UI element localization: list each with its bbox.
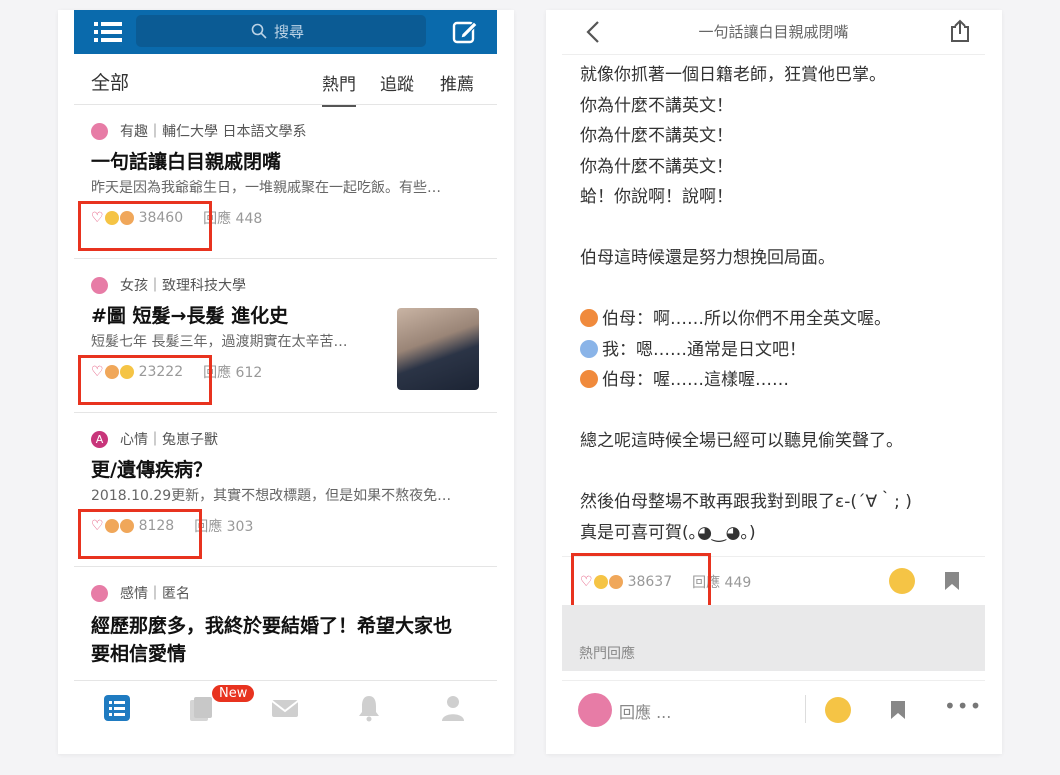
profile-icon[interactable]	[438, 693, 468, 723]
avatar	[91, 584, 108, 602]
highlight-box	[78, 509, 202, 559]
post-body: 就像你抓著一個日籍老師，狂賞他巴掌。 你為什麼不講英文！ 你為什麼不講英文！ 你…	[580, 60, 980, 548]
body-line: 你為什麼不講英文！	[580, 156, 733, 177]
react-emoji-button[interactable]	[889, 568, 915, 594]
post-title-cont: 要相信愛情	[91, 643, 187, 665]
body-line	[580, 274, 980, 305]
body-line: 真是可喜可賀(｡◕‿◕｡)	[580, 522, 756, 543]
cards-nav-icon[interactable]	[186, 693, 216, 723]
bottom-nav: New	[74, 680, 497, 745]
post-title: 經歷那麼多，我終於要結婚了！希望大家也	[91, 615, 453, 637]
hot-replies-label: 熱門回應	[579, 646, 635, 662]
post-detail-panel: 一句話讓白目親戚閉嘴 就像你抓著一個日籍老師，狂賞他巴掌。 你為什麼不講英文！ …	[546, 10, 1002, 754]
new-badge: New	[212, 685, 255, 702]
body-line	[580, 213, 980, 244]
avatar	[91, 122, 108, 140]
feed-nav-icon[interactable]	[102, 693, 132, 723]
body-line-text: 伯母：啊……所以你們不用全英文喔。	[602, 309, 891, 329]
post-board: 感情｜匿名	[120, 586, 190, 602]
highlight-box	[78, 355, 212, 405]
body-line: 你為什麼不講英文！	[580, 95, 733, 116]
react-emoji-button[interactable]	[825, 697, 851, 723]
post-excerpt: 昨天是因為我爺爺生日，一堆親戚聚在一起吃飯。有些…	[91, 180, 441, 196]
body-line-speaker: 伯母：啊……所以你們不用全英文喔。	[580, 304, 980, 335]
post-thumbnail	[397, 308, 479, 390]
avatar	[578, 693, 612, 727]
post-item[interactable]: 女孩｜致理科技大學 #圖 短髮→長髮 進化史 短髮七年 長髮三年，過渡期實在太辛…	[74, 259, 497, 413]
post-title: #圖 短髮→長髮 進化史	[91, 305, 289, 327]
tab-all[interactable]: 全部	[91, 68, 129, 95]
post-item[interactable]: 感情｜匿名 經歷那麼多，我終於要結婚了！希望大家也 要相信愛情	[74, 567, 497, 679]
detail-title: 一句話讓白目親戚閉嘴	[698, 23, 849, 41]
top-bar: 搜尋	[74, 10, 497, 54]
body-line: 蛤！你說啊！說啊！	[580, 187, 733, 207]
mail-icon[interactable]	[270, 693, 300, 723]
body-line: 就像你抓著一個日籍老師，狂賞他巴掌。	[580, 65, 886, 85]
search-placeholder: 搜尋	[274, 23, 305, 41]
post-board: 女孩｜致理科技大學	[120, 278, 246, 294]
search-input[interactable]: 搜尋	[136, 15, 426, 47]
chicken-emoji-icon	[580, 370, 598, 388]
body-line	[580, 396, 980, 427]
reply-count: 回應 303	[194, 519, 254, 535]
body-line: 總之呢這時候全場已經可以聽見偷笑聲了。	[580, 431, 903, 451]
share-icon[interactable]	[948, 19, 972, 43]
tab-recommend[interactable]: 推薦	[440, 70, 474, 95]
chicken-emoji-icon	[580, 309, 598, 327]
avatar	[91, 276, 108, 294]
body-line: 你為什麼不講英文！	[580, 126, 733, 146]
body-line	[580, 457, 980, 488]
feed-panel: 搜尋 全部 熱門 追蹤 推薦 有趣｜輔仁大學 日本語文學系 一句話讓白目親戚閉嘴…	[58, 10, 514, 754]
bookmark-icon[interactable]	[944, 571, 960, 591]
bookmark-icon[interactable]	[890, 700, 906, 720]
more-options-icon[interactable]: •••	[944, 694, 982, 718]
post-meta: 有趣｜輔仁大學 日本語文學系	[91, 121, 306, 141]
compose-icon[interactable]	[452, 19, 478, 45]
post-title: 更/遺傳疾病？	[91, 459, 212, 481]
body-line-speaker: 伯母：喔……這樣喔……	[580, 365, 980, 396]
highlight-box	[78, 201, 212, 251]
bell-icon[interactable]	[354, 693, 384, 723]
post-title: 一句話讓白目親戚閉嘴	[91, 151, 282, 173]
post-item[interactable]: A 心情｜兔崽子獸 更/遺傳疾病？ 2018.10.29更新，其實不想改標題，但…	[74, 413, 497, 567]
reply-bar: 回應 ... •••	[562, 680, 985, 737]
post-item[interactable]: 有趣｜輔仁大學 日本語文學系 一句話讓白目親戚閉嘴 昨天是因為我爺爺生日，一堆親…	[74, 105, 497, 259]
reply-input[interactable]: 回應 ...	[619, 699, 671, 723]
avatar: A	[91, 430, 108, 448]
highlight-box	[571, 553, 711, 609]
post-excerpt: 2018.10.29更新，其實不想改標題，但是如果不熬夜免…	[91, 488, 452, 504]
post-board: 有趣｜輔仁大學 日本語文學系	[120, 124, 307, 140]
body-line-text: 我：嗯……通常是日文吧！	[602, 339, 806, 360]
body-line-speaker: 我：嗯……通常是日文吧！	[580, 335, 980, 366]
post-meta: 感情｜匿名	[91, 583, 190, 603]
post-excerpt: 短髮七年 長髮三年，過渡期實在太辛苦…	[91, 334, 348, 350]
post-board: 心情｜兔崽子獸	[120, 432, 218, 448]
tab-follow[interactable]: 追蹤	[380, 70, 414, 95]
tab-hot[interactable]: 熱門	[322, 70, 356, 107]
detail-header: 一句話讓白目親戚閉嘴	[562, 10, 985, 55]
search-icon	[251, 23, 267, 39]
post-meta: 女孩｜致理科技大學	[91, 275, 246, 295]
feed-tabs: 全部 熱門 追蹤 推薦	[74, 54, 497, 107]
body-line: 伯母這時候還是努力想挽回局面。	[580, 248, 835, 268]
divider	[805, 695, 806, 723]
hot-replies-section: 熱門回應	[562, 605, 985, 671]
body-line: 然後伯母整場不敢再跟我對到眼了ε-(´∀｀; )	[580, 492, 912, 512]
fearful-emoji-icon	[580, 339, 598, 358]
body-line-text: 伯母：喔……這樣喔……	[602, 370, 789, 390]
list-menu-icon[interactable]	[94, 20, 122, 44]
post-meta: A 心情｜兔崽子獸	[91, 429, 218, 449]
